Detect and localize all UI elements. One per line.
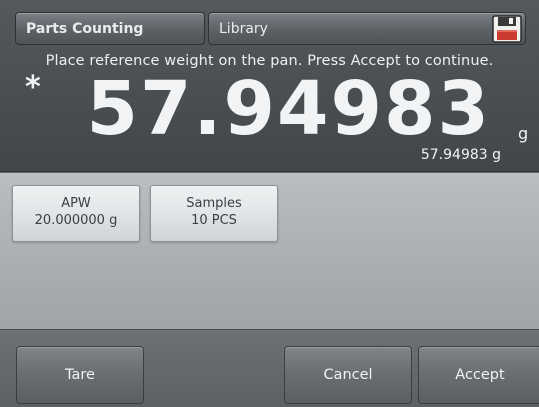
cancel-button[interactable]: Cancel	[284, 346, 412, 404]
samples-label: Samples	[186, 196, 242, 211]
samples-value: 10 PCS	[191, 213, 237, 228]
tare-button[interactable]: Tare	[16, 346, 144, 404]
mode-selector[interactable]: Parts Counting	[15, 12, 205, 45]
save-button[interactable]	[489, 13, 525, 44]
balance-screen: Parts Counting Library Place reference w…	[0, 0, 539, 407]
main-unit-label: g	[518, 124, 529, 143]
weighing-display: Parts Counting Library Place reference w…	[0, 0, 539, 172]
samples-button[interactable]: Samples 10 PCS	[150, 185, 278, 242]
stability-indicator: *	[25, 70, 41, 105]
parameter-panel: APW 20.000000 g Samples 10 PCS	[0, 173, 539, 329]
mode-label: Parts Counting	[26, 20, 144, 37]
apw-label: APW	[61, 196, 91, 211]
main-weight-readout: 57.94983	[86, 66, 491, 152]
secondary-weight-readout: 57.94983 g	[420, 147, 501, 163]
accept-button[interactable]: Accept	[418, 346, 539, 404]
library-selector[interactable]: Library	[208, 12, 526, 45]
library-label: Library	[219, 20, 268, 37]
save-icon	[492, 14, 522, 43]
apw-button[interactable]: APW 20.000000 g	[12, 185, 140, 242]
apw-value: 20.000000 g	[34, 213, 118, 228]
action-bar: Tare Cancel Accept	[0, 329, 539, 407]
